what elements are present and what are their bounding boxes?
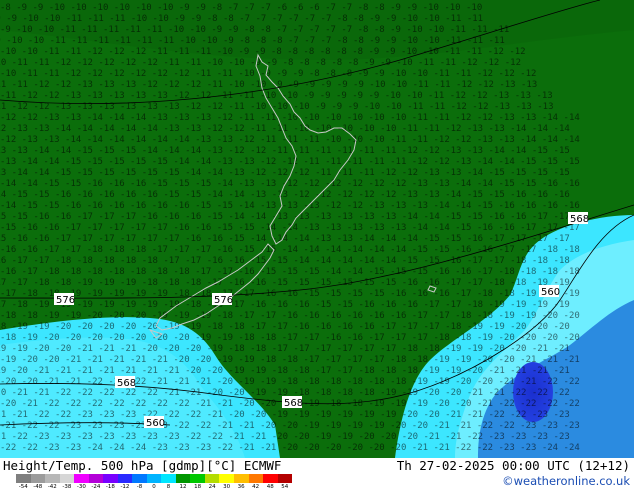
credit-link[interactable]: ©weatheronline.co.uk [502,474,630,488]
color-scale-tick: -12 [120,484,130,490]
svg-text:-11 -11 -12 -12 -13 -13: -11 -11 -12 -12 -13 -13 -13 -12 -12 -12 … [0,80,537,90]
svg-text:-14 -15 -15 -16 -16 -16: -14 -15 -15 -16 -16 -16 -16 -16 -15 -15 … [0,190,570,200]
color-scale-swatch [74,474,89,483]
color-scale-swatch [30,474,46,483]
color-scale-swatch [263,474,278,483]
color-scale-tick: 24 [208,484,216,490]
svg-text:-17 -17 -18 -18 -19 -19: -17 -17 -18 -18 -19 -19 -19 -18 -18 -18 … [0,278,570,288]
contour-label: 576 [214,295,233,306]
svg-text:-15 -15 -16 -16 -17 -17: -15 -15 -16 -16 -17 -17 -17 -16 -16 -16 … [0,212,570,222]
color-scale-tick: 48 [266,484,274,490]
svg-text:-18 -18 -19 -19 -20 -20: -18 -18 -19 -19 -20 -20 -20 -19 -19 -19 … [0,311,580,321]
color-scale-swatch [103,474,118,483]
contour-label: 560 [541,287,560,298]
svg-text:-21 -21 -22 -22 -23 -23: -21 -21 -22 -22 -23 -23 -23 -22 -22 -22 … [0,410,570,420]
color-scale-tick: 42 [252,484,260,490]
svg-text:-13 -13 -14 -14 -15 -15: -13 -13 -14 -14 -15 -15 -15 -14 -14 -14 … [0,146,570,156]
svg-text:-19 -19 -20 -20 -21 -21: -19 -19 -20 -20 -21 -21 -21 -20 -20 -20 … [0,344,570,354]
color-scale-tick: -38 [62,484,72,490]
contour-label: 568 [570,214,589,225]
color-scale-tick: 0 [152,484,156,490]
svg-text:-15 -16 -16 -17 -17 -17: -15 -16 -16 -17 -17 -17 -17 -17 -17 -16 … [0,234,570,244]
color-scale-tick: -48 [33,484,43,490]
color-scale-tick: -42 [47,484,57,490]
svg-text:-17 -18 -19 -19 -19 -19: -17 -18 -19 -19 -19 -19 -19 -19 -19 -18 … [0,300,570,310]
color-scale-tick: -30 [76,484,86,490]
contour-label: 560 [146,418,165,429]
contour-label: 576 [56,295,75,306]
weather-map: -8 -9 -9 -10 -10 -10 -10 -10 -10 -9 -9 -… [0,0,634,458]
map-title: Height/Temp. 500 hPa [gdmp][°C] ECMWF [3,458,282,473]
svg-text:-9 -10 -10 -11 -11 -11 -: -9 -10 -10 -11 -11 -11 -11 -11 -11 -10 -… [0,36,505,46]
color-scale-tick: -24 [91,484,101,490]
svg-text:-14 -14 -15 -15 -16 -16: -14 -14 -15 -15 -16 -16 -16 -15 -15 -15 … [0,179,580,189]
svg-text:-17 -18 -18 -19 -19 -19: -17 -18 -18 -19 -19 -19 -19 -19 -18 -18 … [0,289,580,299]
svg-text:-16 -17 -18 -18 -18 -18: -16 -17 -18 -18 -18 -18 -18 -18 -18 -17 … [0,267,580,277]
color-scale-swatch [175,474,191,483]
svg-text:-10 -10 -11 -11 -12 -12: -10 -10 -11 -11 -12 -12 -12 -11 -11 -11 … [0,47,526,57]
color-scale-swatch [277,474,293,483]
color-scale-swatch [132,474,147,483]
color-scale-tick: 8 [166,484,171,490]
svg-text:-8 -9 -9 -10 -10 -10 -10: -8 -9 -9 -10 -10 -10 -10 -10 -10 -9 -9 -… [0,3,482,13]
svg-text:-16 -17 -17 -18 -18 -18: -16 -17 -17 -18 -18 -18 -18 -18 -17 -17 … [0,256,570,266]
color-scale-swatch [88,474,104,483]
svg-text:-14 -15 -15 -16 -16 -16: -14 -15 -15 -16 -16 -16 -16 -16 -16 -15 … [0,201,580,211]
map-canvas: -8 -9 -9 -10 -10 -10 -10 -10 -10 -9 -9 -… [0,0,634,458]
color-scale-tick: 18 [194,484,202,490]
color-scale-swatch [248,474,264,483]
color-scale-swatch [59,474,75,483]
color-scale [16,474,293,483]
color-scale-swatch [233,474,249,483]
color-scale-swatch [204,474,220,483]
color-scale-tick: 36 [237,484,245,490]
color-scale-tick: 30 [223,484,231,490]
contour-label: 568 [284,398,303,409]
svg-text:-13 -14 -14 -15 -15 -15: -13 -14 -14 -15 -15 -15 -15 -15 -15 -14 … [0,168,570,178]
color-scale-tick: -8 [136,484,143,490]
svg-text:-20 -20 -21 -21 -22 -22: -20 -20 -21 -21 -22 -22 -22 -21 -21 -21 … [0,377,580,387]
color-scale-swatch [190,474,205,483]
svg-text:-22 -22 -23 -23 -24 -24: -22 -22 -23 -23 -24 -24 -24 -23 -23 -23 … [0,443,580,453]
color-scale-swatch [16,474,31,483]
color-scale-swatch [117,474,133,483]
color-scale-swatch [219,474,234,483]
svg-text:-18 -19 -20 -20 -20 -20: -18 -19 -20 -20 -20 -20 -20 -20 -20 -19 … [0,333,580,343]
forecast-datetime: Th 27-02-2025 00:00 UTC (12+12) [396,458,630,473]
svg-text:-12 -12 -13 -13 -14 -14: -12 -12 -13 -13 -14 -14 -14 -13 -13 -13 … [0,113,580,123]
svg-text:-18 -19 -19 -20 -20 -20: -18 -19 -19 -20 -20 -20 -20 -20 -19 -19 … [0,322,570,332]
map-footer: Height/Temp. 500 hPa [gdmp][°C] ECMWF Th… [0,458,634,490]
color-scale-tick: 54 [281,484,289,490]
svg-text:-12 -13 -13 -14 -14 -14: -12 -13 -13 -14 -14 -14 -14 -14 -13 -13 … [0,124,570,134]
svg-text:-9 -9 -10 -10 -11 -11 -1: -9 -9 -10 -10 -11 -11 -11 -10 -10 -9 -9 … [0,14,483,24]
svg-text:-16 -16 -17 -17 -18 -18: -16 -16 -17 -17 -18 -18 -18 -17 -17 -17 … [0,245,580,255]
color-scale-tick: 12 [179,484,187,490]
color-scale-swatch [161,474,176,483]
svg-text:-9 -10 -10 -11 -11 -11 -: -9 -10 -10 -11 -11 -11 -11 -11 -10 -10 -… [0,25,509,35]
color-scale-tick: -18 [105,484,115,490]
color-scale-swatch [45,474,60,483]
svg-text:-11 -12 -12 -13 -13 -13: -11 -12 -12 -13 -13 -13 -13 -13 -12 -12 … [0,91,553,101]
color-scale-swatch [146,474,162,483]
svg-text:-21 -22 -23 -23 -23 -23: -21 -22 -23 -23 -23 -23 -23 -23 -23 -22 … [0,432,570,442]
svg-text:-13 -14 -14 -15 -15 -15: -13 -14 -14 -15 -15 -15 -15 -15 -14 -14 … [0,157,580,167]
contour-label: 568 [117,378,136,389]
svg-text:-19 -20 -21 -21 -21 -21: -19 -20 -21 -21 -21 -21 -21 -21 -21 -20 … [0,366,570,376]
color-scale-tick: -54 [18,484,28,490]
